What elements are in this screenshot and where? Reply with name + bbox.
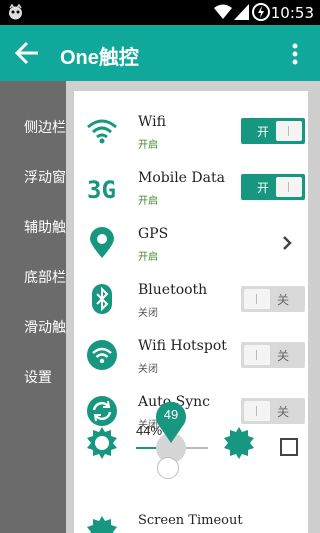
menu-item-bottom-bar[interactable]: 底部栏 (24, 267, 66, 287)
switch-label: 开 (257, 181, 270, 195)
brightness-high-icon (224, 427, 254, 459)
bubble-value: 49 (163, 407, 179, 422)
toggle-row-screen-timeout[interactable]: Screen Timeout (74, 509, 308, 533)
toggle-status: 开启 (138, 252, 158, 263)
quick-settings-panel: Wifi 开启 开 3G Mobile Data 开启 开 GPS 开启 Blu… (66, 81, 320, 533)
toggle-status: 关闭 (138, 308, 158, 319)
menu-item-float-window[interactable]: 浮动窗 (24, 167, 66, 187)
brightness-low-icon (87, 427, 117, 459)
toggle-row-bluetooth[interactable]: Bluetooth 关闭 关 (74, 273, 308, 329)
brightness-value-bubble: 49 (156, 401, 186, 443)
signal-icon (234, 4, 249, 20)
mobile-data-switch[interactable]: 开 (241, 174, 305, 200)
switch-label: 关 (277, 405, 290, 419)
toggle-row-gps[interactable]: GPS 开启 (74, 217, 308, 273)
switch-knob (244, 345, 270, 365)
app-bar: One触控 (0, 25, 320, 81)
page-title: One触控 (60, 47, 139, 69)
toggle-name: Wifi (138, 114, 166, 130)
switch-knob (244, 289, 270, 309)
brightness-row: 44% (74, 421, 308, 481)
bluetooth-switch[interactable]: 关 (241, 286, 305, 312)
wifi-switch[interactable]: 开 (241, 118, 305, 144)
toggle-status: 开启 (138, 196, 158, 207)
app-notification-icon (9, 4, 22, 20)
wifi-icon (87, 119, 117, 144)
wifi-hotspot-switch[interactable]: 关 (241, 342, 305, 368)
wifi-status-icon (214, 4, 232, 19)
menu-item-settings[interactable]: 设置 (24, 367, 52, 387)
auto-brightness-checkbox[interactable] (280, 438, 298, 456)
switch-knob (276, 121, 302, 141)
hotspot-icon (87, 340, 117, 370)
switch-label: 开 (257, 125, 270, 139)
3g-icon: 3G (87, 176, 116, 203)
toggle-name: Mobile Data (138, 170, 225, 186)
switch-label: 关 (277, 293, 290, 307)
chevron-right-icon[interactable] (280, 233, 294, 253)
screen-timeout-icon (87, 516, 117, 533)
menu-item-swipe-touch[interactable]: 滑动触 (24, 317, 66, 337)
toggle-row-mobile-data[interactable]: 3G Mobile Data 开启 开 (74, 161, 308, 217)
toggle-row-wifi-hotspot[interactable]: Wifi Hotspot 关闭 关 (74, 329, 308, 385)
slider-touch-indicator (157, 457, 179, 479)
clock: 10:53 (270, 4, 314, 22)
toggle-status: 开启 (138, 140, 158, 151)
battery-icon (252, 3, 270, 21)
svg-text:3G: 3G (87, 176, 116, 203)
switch-knob (276, 177, 302, 197)
toggle-name: GPS (138, 226, 169, 242)
bluetooth-icon (92, 284, 112, 314)
quick-settings-card: Wifi 开启 开 3G Mobile Data 开启 开 GPS 开启 Blu… (74, 91, 308, 533)
back-arrow-icon[interactable] (14, 40, 40, 66)
location-pin-icon (90, 227, 114, 258)
menu-item-assistive-touch[interactable]: 辅助触 (24, 217, 66, 237)
status-bar: 10:53 (0, 0, 320, 25)
overflow-menu-icon[interactable] (291, 43, 299, 65)
toggle-name: Bluetooth (138, 282, 208, 298)
switch-label: 关 (277, 349, 290, 363)
switch-knob (244, 401, 270, 421)
toggle-status: 关闭 (138, 364, 158, 375)
toggle-name: Wifi Hotspot (138, 338, 227, 354)
toggle-row-wifi[interactable]: Wifi 开启 开 (74, 105, 308, 161)
toggle-name: Screen Timeout (138, 513, 243, 528)
menu-item-sidebar[interactable]: 侧边栏 (24, 117, 66, 137)
